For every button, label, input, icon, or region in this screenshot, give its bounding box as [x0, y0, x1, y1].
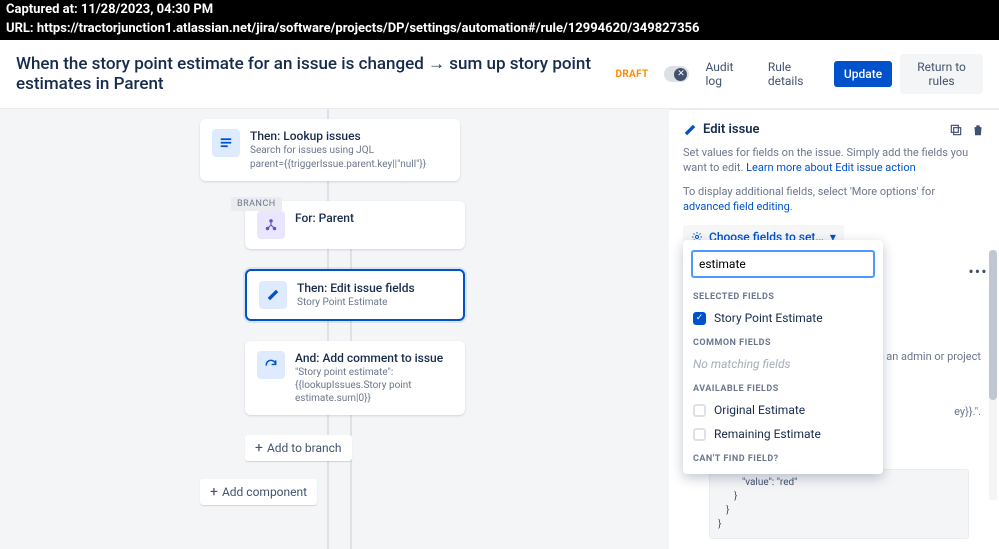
rule-header: When the story point estimate for an iss…	[0, 40, 999, 109]
field-search-input[interactable]	[691, 250, 875, 278]
add-comment-step[interactable]: And: Add comment to issue "Story point e…	[245, 341, 465, 415]
return-to-rules-button[interactable]: Return to rules	[900, 54, 983, 94]
more-menu-button[interactable]: •••	[967, 260, 989, 282]
step-title: Then: Edit issue fields	[297, 281, 415, 295]
add-component-button[interactable]: + Add component	[200, 479, 317, 505]
automation-flow: Then: Lookup issues Search for issues us…	[0, 109, 669, 549]
code-preview: "value": "red" } } }	[709, 469, 969, 539]
step-subtitle: "Story point estimate": {{lookupIssues.S…	[295, 366, 453, 405]
branch-icon	[257, 211, 285, 239]
step-title: For: Parent	[295, 211, 354, 225]
capture-url: URL: https://tractorjunction1.atlassian.…	[0, 19, 999, 40]
close-icon: ✕	[674, 68, 687, 81]
panel-description-2: To display additional fields, select 'Mo…	[683, 184, 985, 215]
enable-toggle[interactable]: ✕	[664, 66, 689, 82]
edit-issue-step[interactable]: Then: Edit issue fields Story Point Esti…	[245, 269, 465, 321]
available-fields-heading: AVAILABLE FIELDS	[683, 376, 883, 398]
list-icon	[212, 129, 240, 157]
lookup-issues-step[interactable]: Then: Lookup issues Search for issues us…	[200, 119, 460, 181]
field-option-remaining-estimate[interactable]: Remaining Estimate	[683, 422, 883, 446]
plus-icon: +	[210, 485, 218, 499]
cant-find-field-heading: CAN'T FIND FIELD?	[683, 446, 883, 468]
pencil-icon	[683, 123, 697, 137]
add-to-branch-button[interactable]: + Add to branch	[245, 435, 352, 461]
common-fields-heading: COMMON FIELDS	[683, 330, 883, 352]
checkbox-checked-icon	[693, 312, 706, 325]
field-label: Original Estimate	[714, 403, 805, 417]
no-matching-fields: No matching fields	[683, 352, 883, 376]
rule-details-link[interactable]: Rule details	[760, 54, 826, 94]
checkbox-icon	[693, 404, 706, 417]
step-title: Then: Lookup issues	[250, 129, 426, 143]
refresh-icon	[257, 351, 285, 379]
pencil-icon	[259, 281, 287, 309]
learn-more-link[interactable]: Learn more about Edit issue action	[746, 161, 916, 174]
advanced-editing-link[interactable]: advanced field editing	[683, 200, 790, 213]
update-button[interactable]: Update	[834, 61, 892, 87]
rule-title: When the story point estimate for an iss…	[16, 54, 604, 94]
field-dropdown: SELECTED FIELDS Story Point Estimate COM…	[683, 240, 883, 474]
step-title: And: Add comment to issue	[295, 351, 453, 365]
step-subtitle-2: parent={{triggerIssue.parent.key||"null"…	[250, 158, 426, 171]
step-subtitle: Search for issues using JQL	[250, 144, 426, 157]
step-subtitle: Story Point Estimate	[297, 296, 415, 309]
field-option-story-point-estimate[interactable]: Story Point Estimate	[683, 306, 883, 330]
edit-issue-panel: Edit issue Set values for fields on the …	[669, 109, 999, 549]
plus-icon: +	[255, 441, 263, 455]
add-branch-label: Add to branch	[267, 441, 342, 455]
trash-icon[interactable]	[971, 123, 985, 137]
field-label: Remaining Estimate	[714, 427, 821, 441]
copy-icon[interactable]	[949, 123, 963, 137]
draft-badge: DRAFT	[616, 69, 649, 80]
panel-description: Set values for fields on the issue. Simp…	[683, 145, 985, 176]
audit-log-link[interactable]: Audit log	[697, 54, 751, 94]
scrollbar[interactable]	[989, 250, 997, 500]
field-label: Story Point Estimate	[714, 311, 823, 325]
branch-label: BRANCH	[231, 197, 282, 211]
field-option-original-estimate[interactable]: Original Estimate	[683, 398, 883, 422]
add-component-label: Add component	[222, 485, 307, 499]
truncated-hint-text-2: ey}}.".	[954, 405, 981, 418]
panel-title: Edit issue	[703, 122, 760, 137]
selected-fields-heading: SELECTED FIELDS	[683, 284, 883, 306]
capture-timestamp: Captured at: 11/28/2023, 04:30 PM	[0, 0, 999, 19]
scrollbar-thumb[interactable]	[989, 250, 997, 400]
checkbox-icon	[693, 428, 706, 441]
